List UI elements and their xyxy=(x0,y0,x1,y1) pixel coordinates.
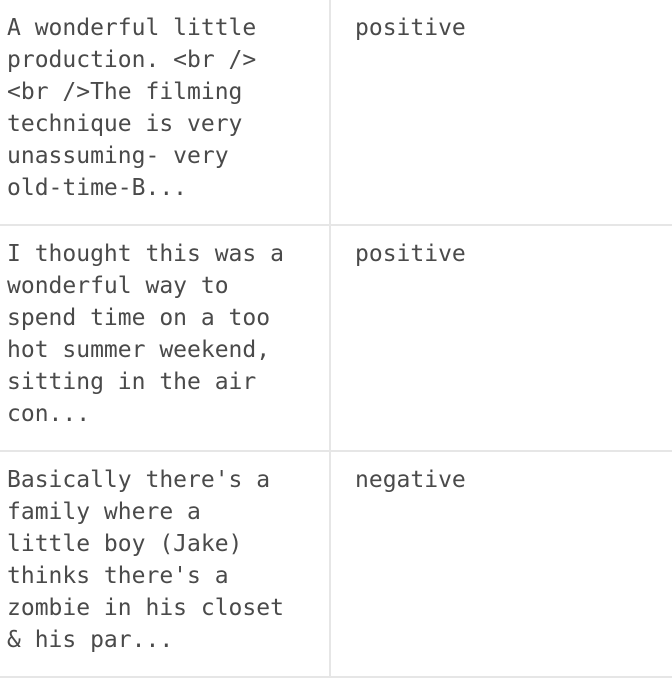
table-row: I thought this was a wonderful way to sp… xyxy=(0,226,672,452)
sentiment-cell: positive xyxy=(355,15,466,41)
data-table: A wonderful little production. <br /> <b… xyxy=(0,0,672,678)
table-row: A wonderful little production. <br /> <b… xyxy=(0,0,672,226)
review-cell: A wonderful little production. <br /> <b… xyxy=(0,0,331,224)
review-cell: Basically there's a family where a littl… xyxy=(0,452,331,676)
sentiment-cell: positive xyxy=(355,241,466,267)
sentiment-cell: negative xyxy=(355,467,466,493)
table-row: Basically there's a family where a littl… xyxy=(0,452,672,678)
review-cell: I thought this was a wonderful way to sp… xyxy=(0,226,331,450)
